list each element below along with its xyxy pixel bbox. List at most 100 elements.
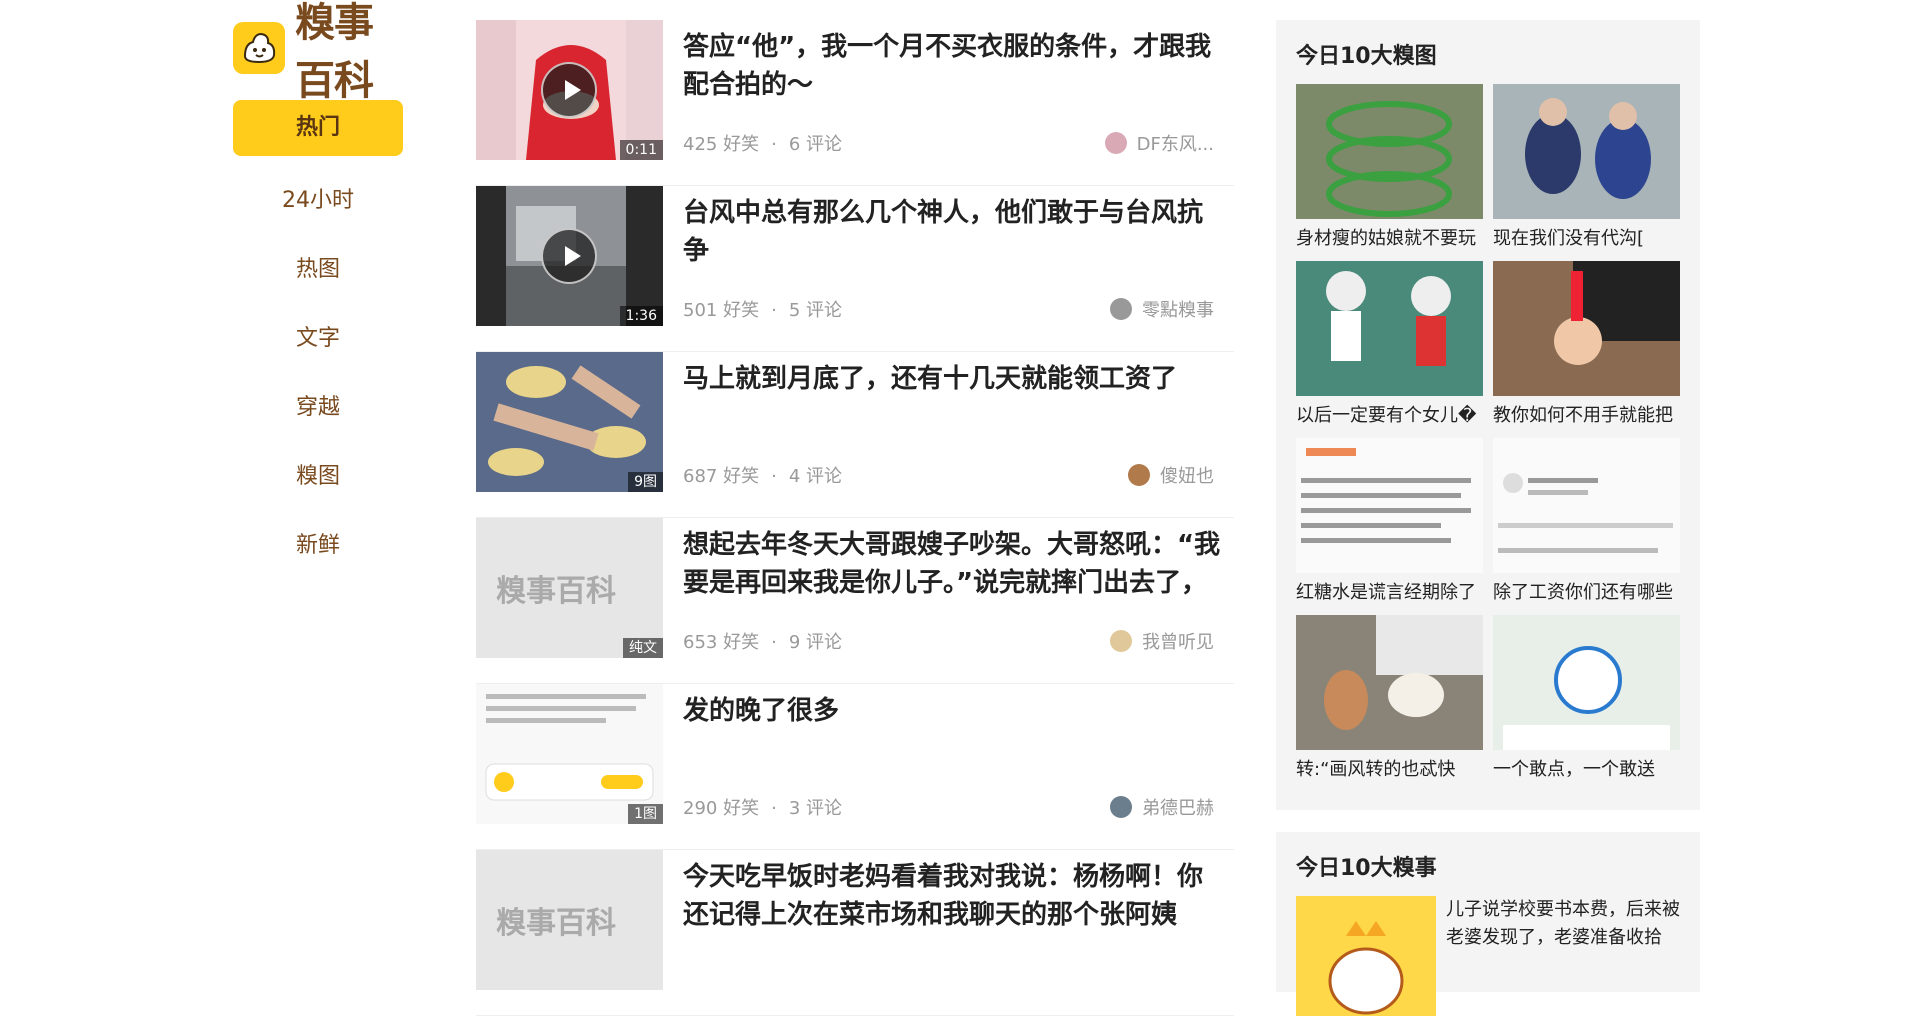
pic-card[interactable]: 除了工资你们还有哪些 <box>1493 438 1680 613</box>
comment-count[interactable]: 6 评论 <box>789 134 842 155</box>
article-thumbnail[interactable]: 糗事百科 <box>476 850 663 990</box>
article-item[interactable]: 糗事百科 今天吃早饭时老妈看着我对我说：杨杨啊！你还记得上次在菜市场和我聊天的那… <box>476 850 1234 1016</box>
avatar <box>1110 630 1132 652</box>
article-title[interactable]: 马上就到月底了，还有十几天就能领工资了 <box>683 360 1223 398</box>
avatar <box>1104 132 1127 154</box>
article-item[interactable]: 0:11 答应“他”，我一个月不买衣服的条件，才跟我配合拍的～ 425 好笑 · 6… <box>476 20 1234 186</box>
pic-thumbnail[interactable] <box>1493 615 1680 750</box>
author[interactable]: 我曾听见 <box>1110 628 1214 654</box>
pic-card[interactable]: 转:“画风转的也忒快 <box>1296 615 1483 790</box>
like-count[interactable]: 653 好笑 <box>683 632 759 653</box>
author-name[interactable]: 弟德巴赫 <box>1142 794 1214 820</box>
article-title[interactable]: 台风中总有那么几个神人，他们敢于与台风抗争 <box>683 194 1223 270</box>
top-stories-title: 今日10大糗事 <box>1296 856 1437 881</box>
author[interactable]: 弟德巴赫 <box>1110 794 1214 820</box>
placeholder-logo: 糗事百科 <box>496 574 616 609</box>
article-title[interactable]: 发的晚了很多 <box>683 692 1223 730</box>
story-thumbnail[interactable] <box>1296 896 1436 1016</box>
pic-thumbnail[interactable] <box>1296 84 1483 219</box>
video-duration: 0:11 <box>619 140 663 160</box>
pic-caption[interactable]: 身材瘦的姑娘就不要玩 <box>1296 219 1483 259</box>
separator-dot: · <box>771 632 777 653</box>
like-count[interactable]: 425 好笑 <box>683 134 759 155</box>
article-item[interactable]: 糗事百科 纯文 想起去年冬天大哥跟嫂子吵架。大哥怒吼：“我要是再回来我是你儿子。… <box>476 518 1234 684</box>
video-duration: 1:36 <box>619 306 663 326</box>
pic-card[interactable]: 现在我们没有代沟[ <box>1493 84 1680 259</box>
pic-thumbnail[interactable] <box>1296 615 1483 750</box>
like-count[interactable]: 501 好笑 <box>683 300 759 321</box>
nav-item-24h[interactable]: 24小时 <box>233 166 403 235</box>
nav-item-pics[interactable]: 糗图 <box>233 442 403 511</box>
comment-count[interactable]: 5 评论 <box>789 300 842 321</box>
play-icon[interactable] <box>541 62 597 118</box>
nav-item-hot[interactable]: 热门 <box>233 100 403 156</box>
article-title[interactable]: 答应“他”，我一个月不买衣服的条件，才跟我配合拍的～ <box>683 28 1223 104</box>
logo-face-icon <box>233 22 285 74</box>
nav-item-fresh[interactable]: 新鲜 <box>233 511 403 580</box>
avatar <box>1110 298 1132 320</box>
play-icon[interactable] <box>541 228 597 284</box>
top-stories-box: 今日10大糗事 儿子说学校要书本费，后来被老婆发现了，老婆准备收拾 <box>1276 832 1700 1016</box>
article-item[interactable]: 1:36 台风中总有那么几个神人，他们敢于与台风抗争 501 好笑 · 5 评论 零… <box>476 186 1234 352</box>
article-stats: 501 好笑 · 5 评论 <box>683 296 842 322</box>
text-only-badge: 纯文 <box>623 638 663 658</box>
placeholder-logo: 糗事百科 <box>496 906 616 941</box>
article-thumbnail[interactable]: 1图 <box>476 684 663 824</box>
article-thumbnail[interactable]: 0:11 <box>476 20 663 160</box>
author-name[interactable]: 零點糗事 <box>1142 296 1214 322</box>
pic-card[interactable]: 红糖水是谎言经期除了 <box>1296 438 1483 613</box>
article-item[interactable]: 1图 发的晚了很多 290 好笑 · 3 评论 弟德巴赫 <box>476 684 1234 850</box>
author[interactable]: 傻妞也 <box>1128 462 1214 488</box>
article-thumbnail[interactable]: 1:36 <box>476 186 663 326</box>
article-stats: 653 好笑 · 9 评论 <box>683 628 842 654</box>
article-item[interactable]: 9图 马上就到月底了，还有十几天就能领工资了 687 好笑 · 4 评论 傻妞也 <box>476 352 1234 518</box>
right-sidebar: 今日10大糗图 身材瘦的姑娘就不要玩 现在我们没有代沟[ 以后一定要有个女儿� <box>1276 20 1700 1016</box>
pic-card[interactable]: 身材瘦的姑娘就不要玩 <box>1296 84 1483 259</box>
comment-count[interactable]: 4 评论 <box>789 466 842 487</box>
pic-thumbnail[interactable] <box>1493 438 1680 573</box>
nav-item-history[interactable]: 穿越 <box>233 373 403 442</box>
site-logo[interactable]: 糗事百科 <box>233 0 403 104</box>
article-title[interactable]: 想起去年冬天大哥跟嫂子吵架。大哥怒吼：“我要是再回来我是你儿子。”说完就摔门出去… <box>683 526 1223 602</box>
pic-card[interactable]: 教你如何不用手就能把 <box>1493 261 1680 436</box>
separator-dot: · <box>771 134 777 155</box>
nav-item-hot-pics[interactable]: 热图 <box>233 235 403 304</box>
category-nav: 热门 24小时 热图 文字 穿越 糗图 新鲜 <box>233 100 403 580</box>
article-thumbnail[interactable]: 9图 <box>476 352 663 492</box>
pic-caption[interactable]: 现在我们没有代沟[ <box>1493 219 1680 259</box>
author[interactable]: 零點糗事 <box>1110 296 1214 322</box>
pic-thumbnail[interactable] <box>1493 261 1680 396</box>
pic-caption[interactable]: 一个敢点，一个敢送 <box>1493 750 1680 790</box>
nav-item-text[interactable]: 文字 <box>233 304 403 373</box>
like-count[interactable]: 290 好笑 <box>683 798 759 819</box>
comment-count[interactable]: 9 评论 <box>789 632 842 653</box>
article-thumbnail[interactable]: 糗事百科 纯文 <box>476 518 663 658</box>
story-item[interactable]: 儿子说学校要书本费，后来被老婆发现了，老婆准备收拾 <box>1296 896 1680 1016</box>
pic-caption[interactable]: 转:“画风转的也忒快 <box>1296 750 1483 790</box>
article-stats: 687 好笑 · 4 评论 <box>683 462 842 488</box>
article-title[interactable]: 今天吃早饭时老妈看着我对我说：杨杨啊！你还记得上次在菜市场和我聊天的那个张阿姨吗… <box>683 858 1223 934</box>
pic-caption[interactable]: 以后一定要有个女儿� <box>1296 396 1483 436</box>
pic-caption[interactable]: 红糖水是谎言经期除了 <box>1296 573 1483 613</box>
top-pics-title: 今日10大糗图 <box>1296 44 1437 69</box>
logo-text: 糗事百科 <box>295 0 374 104</box>
pic-thumbnail[interactable] <box>1296 438 1483 573</box>
pic-thumbnail[interactable] <box>1493 84 1680 219</box>
author-name[interactable]: 我曾听见 <box>1142 628 1214 654</box>
author-name[interactable]: 傻妞也 <box>1160 462 1214 488</box>
pic-card[interactable]: 一个敢点，一个敢送 <box>1493 615 1680 790</box>
image-count: 1图 <box>628 804 663 824</box>
separator-dot: · <box>771 300 777 321</box>
pic-card[interactable]: 以后一定要有个女儿� <box>1296 261 1483 436</box>
pic-thumbnail[interactable] <box>1296 261 1483 396</box>
top-pics-grid: 身材瘦的姑娘就不要玩 现在我们没有代沟[ 以后一定要有个女儿� 教你如何不用手就… <box>1296 84 1680 790</box>
author[interactable]: DF东风... <box>1104 130 1214 156</box>
pic-caption[interactable]: 教你如何不用手就能把 <box>1493 396 1680 436</box>
author-name[interactable]: DF东风... <box>1137 130 1214 156</box>
story-text[interactable]: 儿子说学校要书本费，后来被老婆发现了，老婆准备收拾 <box>1446 896 1680 1016</box>
top-pics-box: 今日10大糗图 身材瘦的姑娘就不要玩 现在我们没有代沟[ 以后一定要有个女儿� <box>1276 20 1700 810</box>
comment-count[interactable]: 3 评论 <box>789 798 842 819</box>
like-count[interactable]: 687 好笑 <box>683 466 759 487</box>
article-feed: 0:11 答应“他”，我一个月不买衣服的条件，才跟我配合拍的～ 425 好笑 · 6… <box>476 20 1234 1016</box>
pic-caption[interactable]: 除了工资你们还有哪些 <box>1493 573 1680 613</box>
